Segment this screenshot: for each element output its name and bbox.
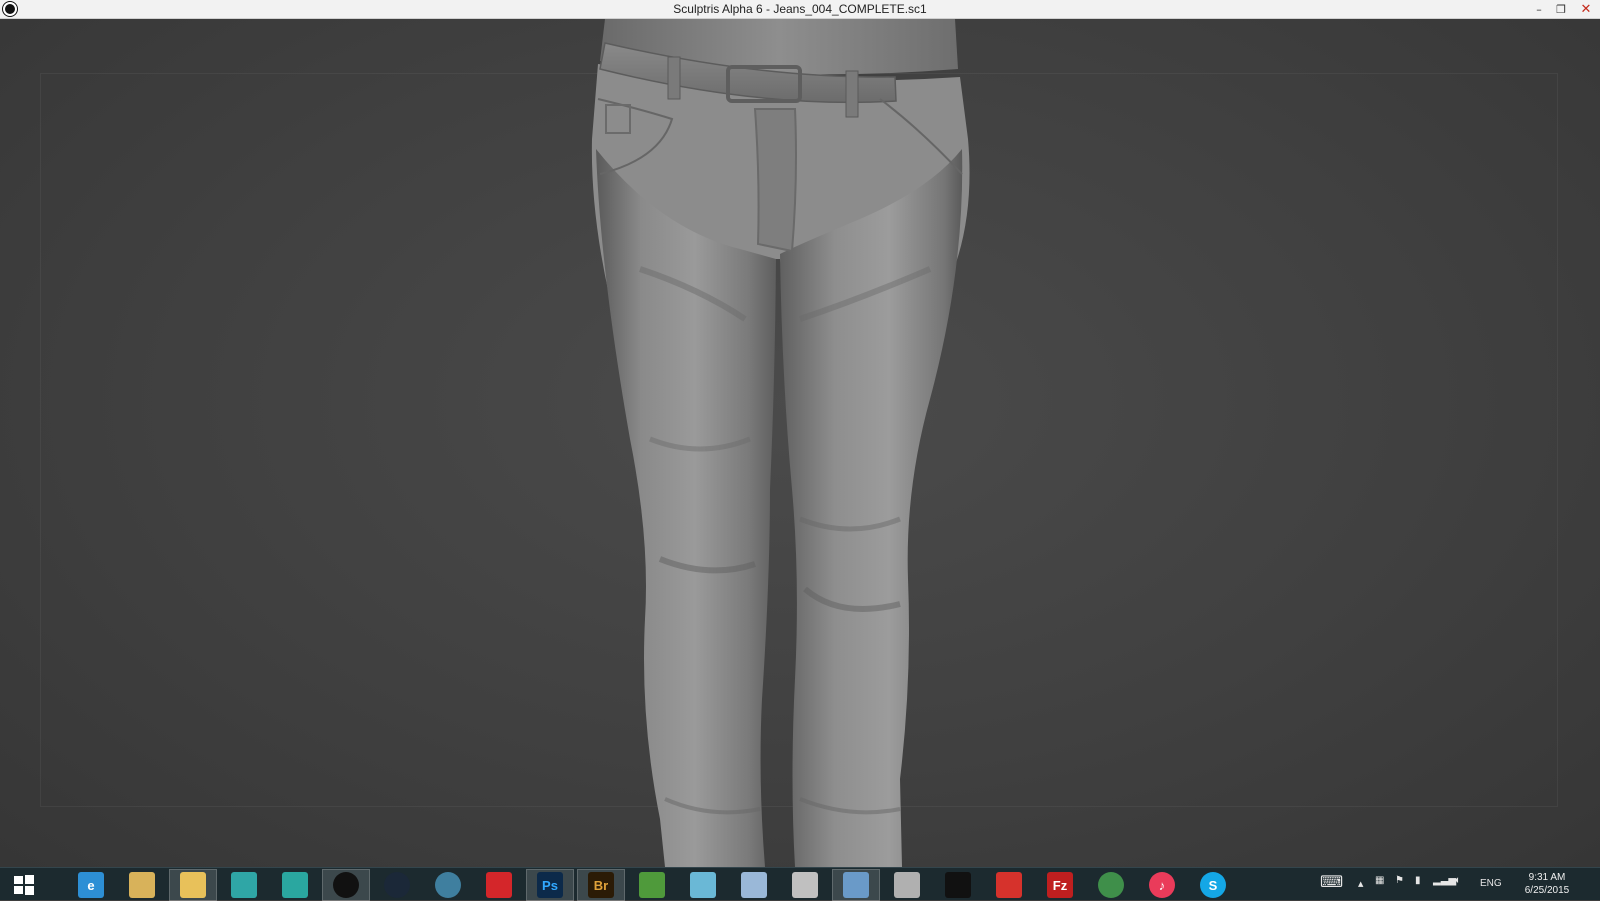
mudbox-icon [282, 872, 308, 898]
skype-icon: S [1200, 872, 1226, 898]
taskbar-mudbox[interactable] [271, 869, 319, 901]
monitor-icon [843, 872, 869, 898]
keyboard-icon[interactable]: ⌨ [1320, 872, 1343, 891]
taskbar-bridge[interactable]: Br [577, 869, 625, 901]
taskbar-start-button[interactable] [0, 869, 48, 901]
taskbar-excel-like[interactable] [628, 869, 676, 901]
sculptris-icon[interactable] [3, 2, 17, 16]
taskbar-image-viewer[interactable] [883, 869, 931, 901]
system-tray: ⌨ ▲ ▦ ⚑ ▮ ▂▃▅ 🔈︎ ENG 9:31 AM 6/25/2015 [1320, 867, 1600, 900]
taskbar-steam[interactable] [373, 869, 421, 901]
restore-button[interactable]: ❐ [1550, 0, 1572, 19]
taskbar-outlook[interactable] [118, 869, 166, 901]
minimize-button[interactable]: – [1528, 0, 1550, 19]
volume-icon[interactable]: 🔈︎ [1455, 875, 1461, 886]
show-hidden-icons-chevron-icon[interactable]: ▲ [1358, 880, 1363, 888]
taskbar-creative-cloud[interactable] [475, 869, 523, 901]
title-bar: Sculptris Alpha 6 - Jeans_004_COMPLETE.s… [0, 0, 1600, 19]
bridge-icon: Br [588, 872, 614, 898]
folder-icon [180, 872, 206, 898]
note-icon [690, 872, 716, 898]
taskbar-internet-explorer[interactable]: e [67, 869, 115, 901]
jeans-model[interactable] [0, 19, 1600, 867]
ie-icon: e [78, 872, 104, 898]
clock-time: 9:31 AM [1528, 872, 1566, 883]
taskbar-maya-lt[interactable] [220, 869, 268, 901]
taskbar-itunes[interactable]: ♪ [1138, 869, 1186, 901]
creative-cloud-icon [486, 872, 512, 898]
photoshop-icon: Ps [537, 872, 563, 898]
taskbar-skype[interactable]: S [1189, 869, 1237, 901]
close-button[interactable]: ✕ [1572, 0, 1600, 19]
taskbar-photoshop[interactable]: Ps [526, 869, 574, 901]
taskbar-sculptris[interactable] [322, 869, 370, 901]
sculptris-icon [333, 872, 359, 898]
taskbar-calculator[interactable] [730, 869, 778, 901]
photo-icon [894, 872, 920, 898]
earth-icon [1098, 872, 1124, 898]
jeans-right-leg [780, 149, 963, 867]
action-center-flag-icon[interactable]: ⚑ [1395, 875, 1404, 886]
clock[interactable]: 9:31 AM 6/25/2015 [1516, 871, 1578, 897]
network-signal-icon[interactable]: ▂▃▅ [1433, 875, 1456, 886]
window-title: Sculptris Alpha 6 - Jeans_004_COMPLETE.s… [673, 2, 927, 16]
jeans-fly [753, 108, 797, 253]
taskbar-notes[interactable] [679, 869, 727, 901]
filezilla-icon: Fz [1047, 872, 1073, 898]
maya-lt-icon [231, 872, 257, 898]
globe-gear-icon [435, 872, 461, 898]
flash-icon [996, 872, 1022, 898]
taskbar-remote-desktop[interactable] [832, 869, 880, 901]
taskbar-earth[interactable] [1087, 869, 1135, 901]
calculator-icon [741, 872, 767, 898]
battery-icon[interactable]: ▮ [1415, 875, 1421, 886]
steam-icon [384, 872, 410, 898]
eye-icon [945, 872, 971, 898]
window-controls: – ❐ ✕ [1528, 0, 1600, 19]
music-icon: ♪ [1149, 872, 1175, 898]
clock-date: 6/25/2015 [1524, 885, 1570, 896]
windows-small-icon[interactable]: ▦ [1375, 875, 1384, 886]
taskbar-paint-tool[interactable] [781, 869, 829, 901]
windows-icon [11, 872, 37, 898]
mail-icon [129, 872, 155, 898]
brush-icon [792, 872, 818, 898]
taskbar-blender-like[interactable] [424, 869, 472, 901]
taskbar-filezilla[interactable]: Fz [1036, 869, 1084, 901]
jeans-left-leg [596, 149, 776, 867]
spreadsheet-icon [639, 872, 665, 898]
language-indicator[interactable]: ENG [1480, 878, 1502, 889]
taskbar-file-explorer[interactable] [169, 869, 217, 901]
taskbar-nvidia[interactable] [934, 869, 982, 901]
sculpt-viewport[interactable] [0, 19, 1600, 867]
taskbar-flash[interactable] [985, 869, 1033, 901]
